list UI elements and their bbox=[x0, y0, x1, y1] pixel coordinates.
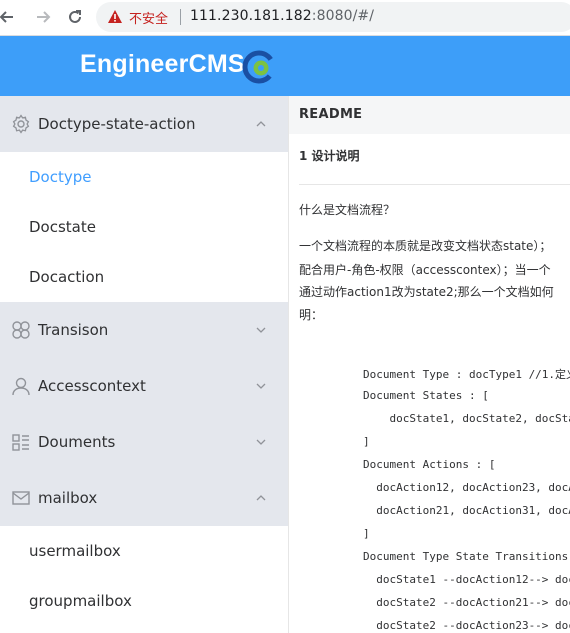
submenu-label: Doctype-state-action bbox=[38, 115, 196, 133]
menu-item-docaction[interactable]: Docaction bbox=[0, 252, 288, 302]
sidebar-menu: Doctype-state-action Doctype Docstate Do… bbox=[0, 96, 289, 633]
brand-title[interactable]: EngineerCMS bbox=[80, 50, 245, 79]
code-line: Document Type State Transitions bbox=[363, 550, 569, 563]
submenu-accesscontext[interactable]: Accesscontext bbox=[0, 358, 288, 414]
menu-item-groupmailbox[interactable]: groupmailbox bbox=[0, 576, 288, 626]
menu-item-label: Doctype bbox=[29, 168, 92, 186]
app-header: EngineerCMS bbox=[0, 36, 570, 96]
section-heading: 1 设计说明 bbox=[299, 149, 360, 163]
menu-item-label: Docaction bbox=[29, 268, 105, 286]
menu-item-label: groupmailbox bbox=[29, 592, 132, 610]
submenu-douments[interactable]: Douments bbox=[0, 414, 288, 470]
address-divider bbox=[180, 9, 181, 25]
security-label[interactable]: 不安全 bbox=[129, 8, 168, 27]
code-line: Document Actions : [ bbox=[363, 458, 496, 471]
warning-icon bbox=[108, 10, 122, 23]
reload-icon[interactable] bbox=[64, 6, 86, 28]
submenu-label: Douments bbox=[38, 433, 116, 451]
chevron-up-icon bbox=[256, 495, 266, 501]
submenu-mailbox[interactable]: mailbox bbox=[0, 470, 288, 526]
menu-item-label: Docstate bbox=[29, 218, 96, 236]
code-line: docState1 --docAction12--> doc bbox=[363, 573, 570, 586]
menu-item-docstate[interactable]: Docstate bbox=[0, 202, 288, 252]
readme-panel: README 1 设计说明 什么是文档流程？ 一个文档流程的本质就是改变文档状态… bbox=[289, 96, 570, 633]
code-line: docState1, docState2, docSta bbox=[363, 412, 570, 425]
paragraph: 明： bbox=[299, 308, 324, 322]
code-line: docState2 --docAction23--> doc bbox=[363, 619, 570, 632]
document-list-icon bbox=[12, 434, 29, 451]
code-line: docState2 --docAction21--> doc bbox=[363, 596, 570, 609]
paragraph: 通过动作action1改为state2;那么一个文档如何 bbox=[299, 285, 554, 299]
menu-item-usermailbox[interactable]: usermailbox bbox=[0, 526, 288, 576]
forward-arrow-icon[interactable] bbox=[32, 6, 54, 28]
logo-icon bbox=[242, 50, 276, 84]
paragraph: 配合用户-角色-权限（accesscontex）；当一个 bbox=[299, 263, 551, 277]
circles-icon bbox=[12, 321, 30, 339]
code-line: docAction21, docAction31, docAc bbox=[363, 504, 570, 517]
url-host: 111.230.181.182 bbox=[190, 8, 312, 24]
code-line: Document Type : docType1 //1.定义 bbox=[363, 368, 570, 381]
gear-icon bbox=[12, 114, 30, 134]
submenu-label: Transison bbox=[38, 321, 109, 339]
menu-item-label: usermailbox bbox=[29, 542, 121, 560]
user-icon bbox=[12, 377, 30, 396]
submenu-label: mailbox bbox=[38, 489, 98, 507]
code-line: docAction12, docAction23, docAc bbox=[363, 481, 570, 494]
url-port-path: :8080/#/ bbox=[311, 8, 375, 24]
code-line: Document States : [ bbox=[363, 389, 489, 402]
code-line: ] bbox=[363, 435, 370, 448]
submenu-transison[interactable]: Transison bbox=[0, 302, 288, 358]
chevron-down-icon bbox=[256, 327, 266, 333]
divider bbox=[299, 184, 570, 185]
submenu-doctype-state-action[interactable]: Doctype-state-action bbox=[0, 96, 288, 152]
url-text[interactable]: 111.230.181.182:8080/#/ bbox=[190, 8, 374, 24]
paragraph: 一个文档流程的本质就是改变文档状态state）； bbox=[299, 239, 552, 253]
mail-icon bbox=[12, 491, 30, 505]
chevron-down-icon bbox=[256, 383, 266, 389]
menu-item-doctype[interactable]: Doctype bbox=[0, 152, 288, 202]
address-bar[interactable]: 不安全 111.230.181.182:8080/#/ bbox=[96, 2, 570, 32]
submenu-label: Accesscontext bbox=[38, 377, 146, 395]
readme-title: README bbox=[299, 107, 363, 122]
chevron-down-icon bbox=[256, 439, 266, 445]
paragraph: 什么是文档流程？ bbox=[299, 203, 396, 217]
code-line: ] bbox=[363, 527, 370, 540]
back-arrow-icon[interactable] bbox=[0, 6, 18, 28]
chevron-up-icon bbox=[256, 121, 266, 127]
browser-toolbar: 不安全 111.230.181.182:8080/#/ bbox=[0, 0, 570, 36]
